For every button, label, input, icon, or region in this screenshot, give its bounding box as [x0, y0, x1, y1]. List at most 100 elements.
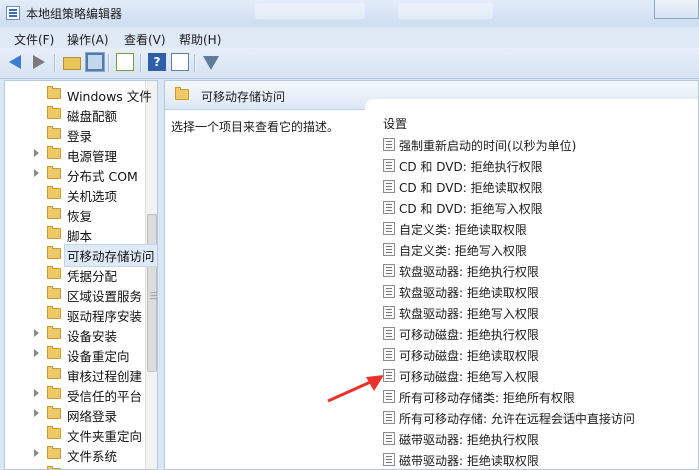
- tree-item-label: 网络登录: [67, 409, 118, 424]
- settings-column-label: 设置: [383, 117, 408, 131]
- policy-setting-row[interactable]: 软盘驱动器: 拒绝读取权限: [381, 281, 696, 302]
- policy-setting-row[interactable]: 磁带驱动器: 拒绝读取权限: [381, 449, 696, 469]
- tree-item[interactable]: 设备重定向: [5, 344, 145, 364]
- filter-icon[interactable]: [203, 56, 219, 70]
- menu-file[interactable]: 文件(F): [14, 31, 54, 48]
- tree-item-label: 恢复: [67, 209, 93, 224]
- folder-icon: [47, 326, 61, 339]
- tree-item[interactable]: 脚本: [5, 224, 145, 244]
- tree-item[interactable]: 恢复: [5, 204, 145, 224]
- folder-icon: [47, 426, 61, 439]
- expand-arrow-icon[interactable]: [34, 389, 39, 397]
- tree-item[interactable]: 登录: [5, 124, 145, 144]
- policy-setting-icon: [383, 243, 395, 256]
- policy-setting-row[interactable]: 软盘驱动器: 拒绝写入权限: [381, 302, 696, 323]
- tree-item-label: 区域设置服务: [67, 289, 143, 304]
- tree-item[interactable]: 网络登录: [5, 404, 145, 424]
- policy-setting-label: 可移动磁盘: 拒绝执行权限: [399, 328, 539, 342]
- scroll-grip-icon: — — —: [150, 288, 158, 303]
- tree-item-label: 关机选项: [67, 189, 118, 204]
- help-icon[interactable]: ?: [148, 53, 166, 71]
- policy-setting-row[interactable]: CD 和 DVD: 拒绝执行权限: [381, 155, 696, 176]
- tree-item[interactable]: 分布式 COM: [5, 164, 145, 184]
- export-list-icon[interactable]: [116, 53, 134, 71]
- folder-icon: [47, 266, 61, 279]
- folder-icon: [47, 406, 61, 419]
- tree-item[interactable]: 驱动程序安装: [5, 304, 145, 324]
- up-folder-icon[interactable]: [63, 57, 81, 70]
- policy-setting-row[interactable]: 自定义类: 拒绝写入权限: [381, 239, 696, 260]
- tree-item[interactable]: 关机选项: [5, 184, 145, 204]
- back-arrow-icon[interactable]: [9, 55, 21, 69]
- policy-setting-row[interactable]: 所有可移动存储: 允许在远程会话中直接访问: [381, 407, 696, 428]
- folder-icon: [47, 286, 61, 299]
- details-title: 可移动存储访问: [201, 90, 286, 104]
- folder-icon: [175, 87, 189, 100]
- policy-setting-icon: [383, 201, 395, 214]
- tree-scroll-thumb[interactable]: — — —: [147, 214, 157, 372]
- title-bar-blur-decor: [398, 3, 493, 19]
- policy-setting-label: 可移动磁盘: 拒绝写入权限: [399, 370, 539, 384]
- tree-item-label: 可移动存储访问: [64, 244, 157, 267]
- folder-icon: [47, 386, 61, 399]
- tree-item[interactable]: 区域设置服务: [5, 284, 145, 304]
- folder-icon: [47, 226, 61, 239]
- tree-item[interactable]: 设备安装: [5, 324, 145, 344]
- policy-setting-label: 软盘驱动器: 拒绝执行权限: [399, 265, 539, 279]
- tree-item[interactable]: Windows 文件: [5, 84, 152, 104]
- toolbar: ?: [0, 48, 699, 79]
- tree-item[interactable]: 文件夹重定向: [5, 424, 145, 444]
- expand-arrow-icon[interactable]: [34, 169, 39, 177]
- tree-item[interactable]: 电源管理: [5, 144, 145, 164]
- menu-action[interactable]: 操作(A): [67, 31, 109, 48]
- expand-arrow-icon[interactable]: [34, 449, 39, 457]
- policy-setting-row[interactable]: 所有可移动存储类: 拒绝所有权限: [381, 386, 696, 407]
- policy-setting-row[interactable]: 自定义类: 拒绝读取权限: [381, 218, 696, 239]
- show-hide-tree-icon[interactable]: [85, 52, 105, 72]
- folder-icon: [47, 366, 61, 379]
- policy-setting-row[interactable]: 可移动磁盘: 拒绝写入权限: [381, 365, 696, 386]
- tree-item[interactable]: 文件系统: [5, 444, 145, 464]
- tree-item[interactable]: 系统还原: [5, 464, 145, 469]
- policy-setting-row[interactable]: 软盘驱动器: 拒绝执行权限: [381, 260, 696, 281]
- menu-view[interactable]: 查看(V): [124, 31, 166, 48]
- policy-setting-icon: [383, 348, 395, 361]
- tree-item-label: 磁盘配额: [67, 109, 118, 124]
- toolbar-separator: [140, 54, 142, 72]
- policy-setting-icon: [383, 432, 395, 445]
- menu-help[interactable]: 帮助(H): [179, 31, 221, 48]
- window-control-button[interactable]: [654, 0, 699, 19]
- tree-item-label: 登录: [67, 129, 93, 144]
- tree-item-label: Windows 文件: [67, 89, 152, 104]
- window-title: 本地组策略编辑器: [26, 7, 123, 21]
- policy-setting-row[interactable]: CD 和 DVD: 拒绝读取权限: [381, 176, 696, 197]
- policy-setting-row[interactable]: 可移动磁盘: 拒绝执行权限: [381, 323, 696, 344]
- forward-arrow-icon[interactable]: [33, 55, 45, 69]
- tree-item[interactable]: 凭据分配: [5, 264, 145, 284]
- expand-arrow-icon[interactable]: [34, 349, 39, 357]
- settings-column-header[interactable]: 设置: [375, 109, 698, 133]
- tree-item[interactable]: 可移动存储访问: [5, 244, 157, 267]
- policy-setting-label: 所有可移动存储类: 拒绝所有权限: [399, 391, 575, 405]
- tree-item[interactable]: 受信任的平台: [5, 384, 145, 404]
- policy-setting-icon: [383, 222, 395, 235]
- tree-item-label: 文件系统: [67, 449, 118, 464]
- policy-setting-row[interactable]: CD 和 DVD: 拒绝写入权限: [381, 197, 696, 218]
- tree-item[interactable]: 磁盘配额: [5, 104, 145, 124]
- folder-icon: [47, 246, 61, 259]
- tree-scrollbar[interactable]: — — —: [145, 81, 157, 469]
- policy-setting-label: 磁带驱动器: 拒绝读取权限: [399, 454, 539, 468]
- tree-item[interactable]: 审核过程创建: [5, 364, 145, 384]
- expand-arrow-icon[interactable]: [34, 409, 39, 417]
- tree-item-label: 设备重定向: [67, 349, 130, 364]
- policy-setting-row[interactable]: 强制重新启动的时间(以秒为单位): [381, 134, 696, 155]
- policy-setting-row[interactable]: 磁带驱动器: 拒绝执行权限: [381, 428, 696, 449]
- expand-arrow-icon[interactable]: [34, 149, 39, 157]
- properties-icon[interactable]: [171, 53, 189, 71]
- expand-arrow-icon[interactable]: [34, 329, 39, 337]
- folder-icon: [47, 86, 61, 99]
- policy-setting-icon: [383, 138, 395, 151]
- policy-setting-label: CD 和 DVD: 拒绝写入权限: [399, 202, 543, 216]
- policy-setting-row[interactable]: 可移动磁盘: 拒绝读取权限: [381, 344, 696, 365]
- policy-setting-label: 强制重新启动的时间(以秒为单位): [399, 139, 577, 153]
